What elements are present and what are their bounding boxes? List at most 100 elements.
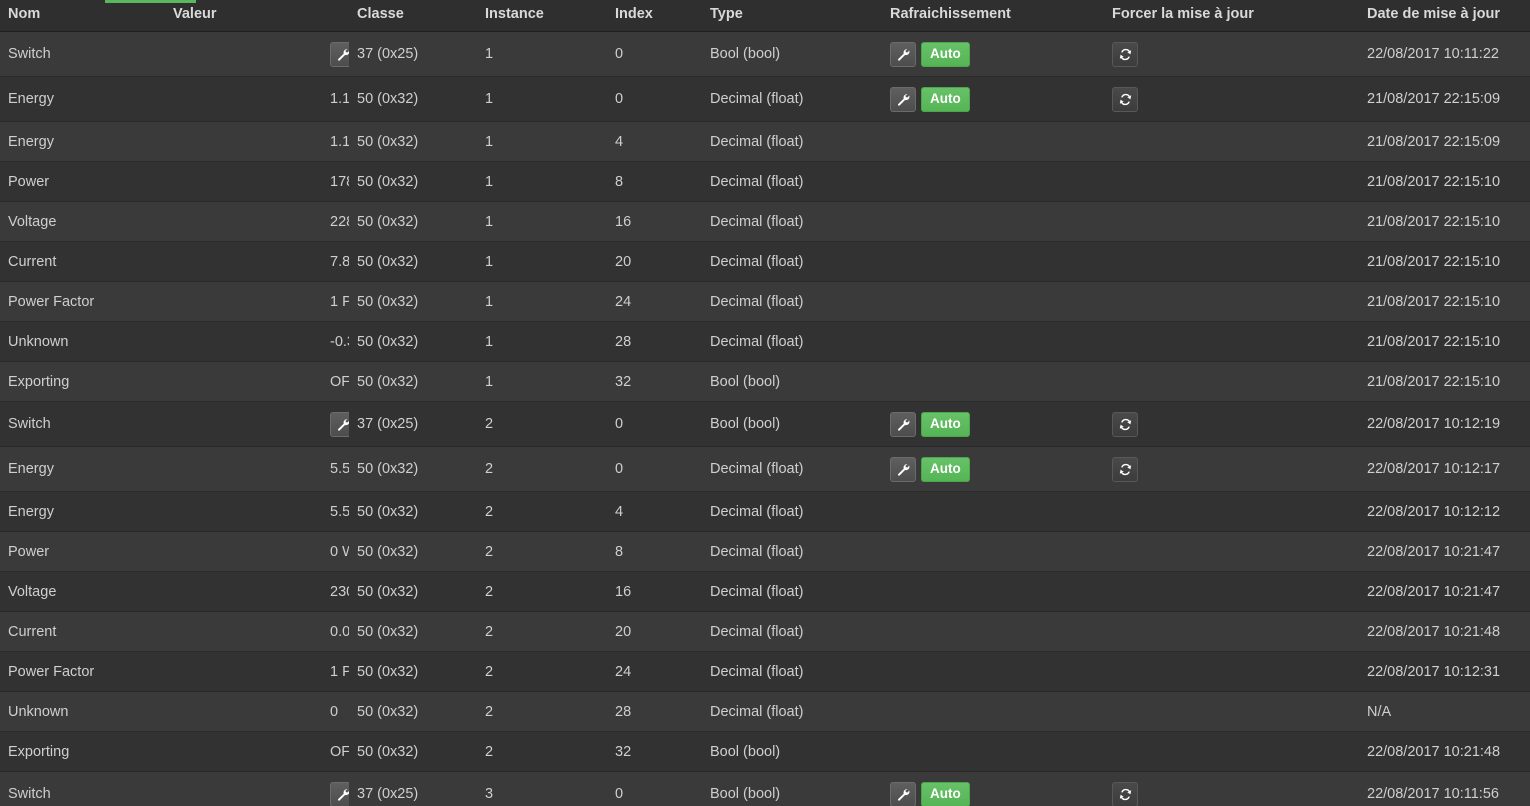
cell-classe-text: 50 (0x32) — [357, 461, 419, 477]
force-refresh-button[interactable] — [1112, 411, 1138, 437]
column-header-valeur[interactable]: Valeur — [165, 4, 349, 32]
cell-forcer-mise-a-jour — [1104, 361, 1359, 402]
force-refresh-button[interactable] — [1112, 41, 1138, 67]
value-control-group: ON — [330, 411, 349, 437]
cell-classe-text: 37 (0x25) — [357, 416, 419, 432]
cell-instance: 2 — [477, 446, 607, 492]
cell-type-text: Bool (bool) — [710, 416, 781, 432]
cell-rafraichissement — [882, 731, 1104, 772]
force-refresh-button[interactable] — [1112, 86, 1138, 112]
cell-index-text: 28 — [615, 333, 632, 350]
wrench-button[interactable] — [890, 41, 916, 67]
cell-valeur: 0.012 A — [165, 611, 349, 652]
cell-index-text: 20 — [615, 253, 632, 270]
cell-type: Decimal (float) — [702, 241, 882, 282]
wrench-button[interactable] — [890, 456, 916, 482]
cell-type: Decimal (float) — [702, 201, 882, 242]
cell-rafraichissement — [882, 121, 1104, 162]
cell-nom: Switch — [0, 401, 165, 447]
cell-date-text: 21/08/2017 22:15:10 — [1367, 373, 1501, 390]
cell-forcer-mise-a-jour — [1104, 76, 1359, 122]
cell-instance-text: 2 — [485, 503, 494, 520]
table-row: Switch ON 37 (0x25) 2 0 Bool (bool) Auto 22/08/… — [0, 401, 1530, 447]
cell-nom: Energy — [0, 491, 165, 532]
cell-date-mise-a-jour: 21/08/2017 22:15:10 — [1359, 161, 1530, 202]
cell-nom-text: Power Factor — [8, 663, 95, 680]
wrench-button[interactable] — [890, 411, 916, 437]
cell-rafraichissement — [882, 491, 1104, 532]
table-row: Voltage 228.5 V 50 (0x32) 1 16 Decimal (float… — [0, 201, 1530, 242]
cell-nom-text: Power — [8, 173, 50, 190]
cell-date-mise-a-jour: 21/08/2017 22:15:09 — [1359, 121, 1530, 162]
cell-valeur-text: 0 — [330, 703, 339, 720]
cell-forcer-mise-a-jour — [1104, 611, 1359, 652]
wrench-button[interactable] — [890, 86, 916, 112]
cell-index-text: 4 — [615, 503, 624, 520]
cell-instance: 1 — [477, 281, 607, 322]
cell-classe-text: 50 (0x32) — [357, 583, 419, 600]
wrench-button[interactable] — [330, 41, 349, 67]
cell-valeur: ON — [165, 771, 349, 806]
cell-instance: 2 — [477, 611, 607, 652]
cell-index: 16 — [607, 571, 702, 612]
refresh-mode-button[interactable]: Auto — [921, 411, 970, 437]
wrench-icon — [897, 788, 909, 801]
force-control-group — [1112, 456, 1138, 482]
table-body: Switch ON 37 (0x25) 1 0 Bool (bool) Auto 22/08/… — [0, 31, 1530, 806]
column-header-date-mise-a-jour[interactable]: Date de mise à jour — [1359, 4, 1530, 32]
force-control-group — [1112, 411, 1138, 437]
table-row: Power 1788.8 W 50 (0x32) 1 8 Decimal (float) 2… — [0, 161, 1530, 202]
cell-instance: 3 — [477, 771, 607, 806]
cell-classe-text: 50 (0x32) — [357, 173, 419, 190]
cell-instance: 2 — [477, 691, 607, 732]
cell-classe-text: 37 (0x25) — [357, 786, 419, 802]
cell-rafraichissement — [882, 201, 1104, 242]
cell-nom: Unknown — [0, 691, 165, 732]
wrench-button[interactable] — [330, 411, 349, 437]
refresh-mode-button[interactable]: Auto — [921, 781, 970, 806]
wrench-icon — [897, 418, 909, 431]
refresh-control-group: Auto — [890, 781, 970, 806]
cell-index-text: 24 — [615, 663, 632, 680]
refresh-mode-button-label: Auto — [930, 461, 961, 477]
cell-valeur: 5.5 kWh — [165, 446, 349, 492]
refresh-mode-button[interactable]: Auto — [921, 86, 970, 112]
cell-date-mise-a-jour: 22/08/2017 10:21:48 — [1359, 611, 1530, 652]
cell-type: Decimal (float) — [702, 611, 882, 652]
value-control-group: ON — [330, 41, 349, 67]
wrench-button[interactable] — [890, 781, 916, 806]
force-refresh-button[interactable] — [1112, 781, 1138, 806]
cell-nom-text: Energy — [8, 461, 54, 477]
refresh-mode-button[interactable]: Auto — [921, 41, 970, 67]
column-header-nom[interactable]: Nom — [0, 4, 165, 32]
cell-instance-text: 1 — [485, 133, 494, 150]
cell-nom: Unknown — [0, 321, 165, 362]
cell-date-mise-a-jour: 22/08/2017 10:12:12 — [1359, 491, 1530, 532]
column-header-forcer-mise-a-jour[interactable]: Forcer la mise à jour — [1104, 4, 1359, 32]
column-header-type[interactable]: Type — [702, 4, 882, 32]
cell-classe: 50 (0x32) — [349, 76, 477, 122]
column-header-rafraichissement[interactable]: Rafraichissement — [882, 4, 1104, 32]
cell-index-text: 0 — [615, 416, 624, 432]
column-header-instance[interactable]: Instance — [477, 4, 607, 32]
cell-index: 8 — [607, 531, 702, 572]
column-header-classe[interactable]: Classe — [349, 4, 477, 32]
cell-instance-text: 1 — [485, 333, 494, 350]
cell-date-text: 21/08/2017 22:15:10 — [1367, 333, 1501, 350]
force-refresh-button[interactable] — [1112, 456, 1138, 482]
table-row: Voltage 230.1 V 50 (0x32) 2 16 Decimal (float… — [0, 571, 1530, 612]
cell-index: 0 — [607, 31, 702, 77]
table-row: Switch ON 37 (0x25) 1 0 Bool (bool) Auto 22/08/… — [0, 31, 1530, 77]
cell-nom-text: Voltage — [8, 213, 57, 230]
cell-date-mise-a-jour: 22/08/2017 10:21:48 — [1359, 731, 1530, 772]
cell-nom-text: Voltage — [8, 583, 57, 600]
refresh-mode-button[interactable]: Auto — [921, 456, 970, 482]
cell-nom-text: Current — [8, 623, 57, 640]
table-row: Power 0 W 50 (0x32) 2 8 Decimal (float) 22/08/… — [0, 531, 1530, 572]
wrench-button[interactable] — [330, 781, 349, 806]
cell-rafraichissement — [882, 241, 1104, 282]
cell-valeur-text: OFF — [330, 373, 349, 390]
column-header-index[interactable]: Index — [607, 4, 702, 32]
cell-rafraichissement: Auto — [882, 31, 1104, 77]
refresh-control-group: Auto — [890, 411, 970, 437]
